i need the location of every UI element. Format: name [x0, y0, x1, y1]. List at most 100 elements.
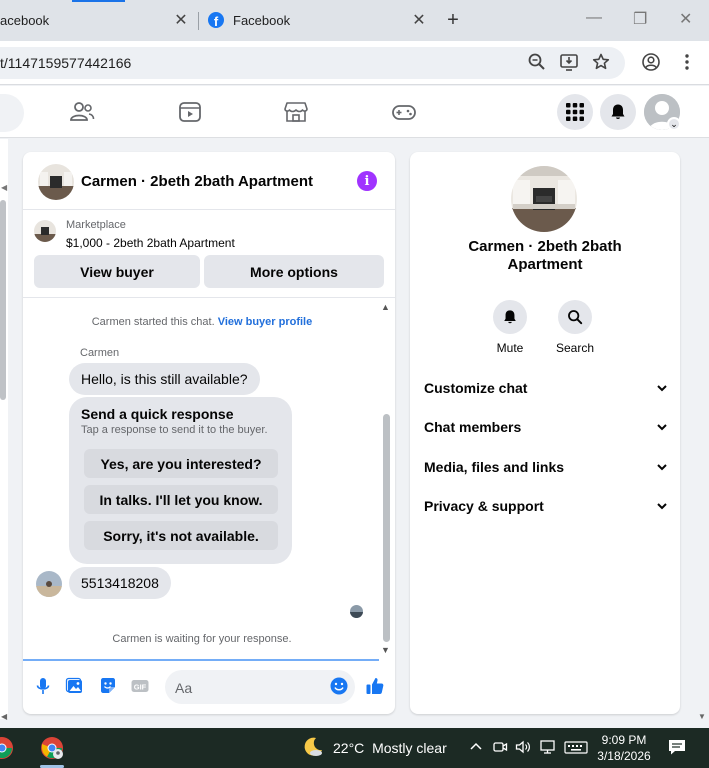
- scroll-up-arrow-icon[interactable]: ◀: [1, 183, 7, 192]
- page-scroll-left-icon[interactable]: ◀: [1, 712, 7, 721]
- keyboard-icon[interactable]: [564, 738, 588, 756]
- url-text[interactable]: t/1147159577442166: [0, 55, 131, 71]
- section-privacy-support[interactable]: Privacy & support: [424, 495, 668, 517]
- window-restore-button[interactable]: ❐: [633, 9, 647, 29]
- thumbs-up-icon[interactable]: [365, 676, 385, 696]
- message-bubble[interactable]: Hello, is this still available?: [69, 363, 260, 395]
- bookmark-star-icon[interactable]: [591, 52, 611, 72]
- quick-response-button[interactable]: Sorry, it's not available.: [84, 521, 278, 550]
- menu-grid-icon: [566, 103, 584, 121]
- profile-icon[interactable]: [641, 52, 661, 72]
- chrome-app-icon[interactable]: [0, 736, 14, 760]
- tab-title: Facebook: [233, 13, 291, 28]
- chat-title[interactable]: Carmen · 2beth 2bath Apartment: [81, 173, 313, 190]
- network-icon[interactable]: [539, 738, 557, 756]
- apartment-photo-icon: [34, 220, 56, 242]
- view-buyer-button[interactable]: View buyer: [34, 255, 200, 288]
- search-action[interactable]: Search: [545, 300, 605, 355]
- message-list: Carmen started this chat. View buyer pro…: [23, 299, 395, 659]
- view-buyer-profile-link[interactable]: View buyer profile: [218, 316, 313, 328]
- sender-avatar[interactable]: [36, 571, 62, 597]
- section-customize-chat[interactable]: Customize chat: [424, 377, 668, 399]
- waiting-notice: Carmen is waiting for your response.: [112, 633, 292, 645]
- conversation-photo[interactable]: [511, 166, 577, 232]
- quick-response-title: Send a quick response: [81, 406, 234, 422]
- chat-started-text: Carmen started this chat.: [91, 316, 215, 328]
- weather-widget[interactable]: 22°C Mostly clear: [333, 740, 447, 756]
- emoji-icon[interactable]: [329, 676, 349, 696]
- quick-response-card: Send a quick response Tap a response to …: [69, 397, 292, 564]
- section-label: Media, files and links: [424, 459, 565, 475]
- window-close-button[interactable]: ✕: [679, 9, 692, 29]
- zoom-icon[interactable]: [527, 52, 547, 72]
- sender-photo-icon: [36, 571, 62, 597]
- read-receipt-avatar: [350, 605, 363, 618]
- friends-icon[interactable]: [69, 100, 95, 124]
- gif-icon[interactable]: GIF: [130, 676, 150, 696]
- chat-panel: Carmen · 2beth 2bath Apartment i Marketp…: [23, 152, 395, 714]
- meet-now-icon[interactable]: [491, 738, 509, 756]
- tray-chevron-up-icon[interactable]: [467, 738, 485, 756]
- message-bubble[interactable]: 5513418208: [69, 567, 171, 599]
- window-minimize-button[interactable]: —: [586, 9, 602, 27]
- tab-close-button[interactable]: ✕: [410, 10, 428, 30]
- account-caret-icon[interactable]: ⌄: [667, 117, 681, 131]
- quick-response-subtitle: Tap a response to send it to the buyer.: [81, 424, 268, 436]
- marketplace-listing-bar: Marketplace $1,000 - 2beth 2bath Apartme…: [23, 210, 395, 298]
- photo-gallery-icon[interactable]: [65, 676, 85, 696]
- chat-started-notice: Carmen started this chat. View buyer pro…: [23, 316, 381, 328]
- listing-small-thumbnail[interactable]: [34, 220, 56, 242]
- clock[interactable]: 9:09 PM 3/18/2026: [596, 732, 652, 764]
- page-scroll-down-icon[interactable]: ▼: [698, 712, 706, 721]
- notifications-bell-icon: [611, 104, 625, 119]
- conversation-title: Carmen · 2beth 2bath Apartment: [468, 238, 622, 273]
- mute-button[interactable]: [493, 300, 527, 334]
- microphone-icon[interactable]: [33, 676, 53, 696]
- chat-scroll-up-icon[interactable]: ▲: [381, 302, 390, 312]
- read-receipt-icon: [350, 605, 363, 618]
- sticker-icon[interactable]: [98, 676, 118, 696]
- chevron-down-icon: [657, 424, 667, 431]
- info-icon[interactable]: i: [357, 171, 377, 191]
- watch-icon[interactable]: [177, 100, 203, 124]
- more-options-button[interactable]: More options: [204, 255, 384, 288]
- tab-title: acebook: [0, 13, 50, 28]
- install-app-icon[interactable]: [559, 52, 579, 72]
- moon-weather-icon[interactable]: [301, 735, 325, 759]
- notifications-button[interactable]: [600, 94, 636, 130]
- search-button[interactable]: [558, 300, 592, 334]
- listing-thumbnail[interactable]: [38, 164, 74, 200]
- chrome-profile-app-icon[interactable]: [40, 736, 64, 760]
- clock-date: 3/18/2026: [597, 749, 651, 763]
- section-media-files-links[interactable]: Media, files and links: [424, 456, 668, 478]
- browser-tab-facebook[interactable]: f Facebook ✕: [198, 0, 436, 41]
- menu-kebab-icon[interactable]: [677, 52, 697, 72]
- marketplace-label: Marketplace: [66, 219, 126, 231]
- browser-tab-1[interactable]: acebook ✕: [0, 0, 198, 41]
- marketplace-icon[interactable]: [283, 100, 309, 124]
- gaming-icon[interactable]: [391, 100, 417, 124]
- svg-text:GIF: GIF: [134, 683, 147, 692]
- quick-response-button[interactable]: In talks. I'll let you know.: [84, 485, 278, 514]
- listing-price-title[interactable]: $1,000 - 2beth 2bath Apartment: [66, 236, 235, 250]
- menu-grid-button[interactable]: [557, 94, 593, 130]
- new-tab-button[interactable]: +: [444, 9, 462, 32]
- message-input[interactable]: Aa: [165, 670, 355, 704]
- clock-time: 9:09 PM: [601, 733, 647, 747]
- mute-action[interactable]: Mute: [480, 300, 540, 355]
- search-label: Search: [555, 341, 595, 355]
- notification-center-icon[interactable]: [667, 737, 687, 757]
- volume-icon[interactable]: [514, 738, 532, 756]
- chat-scroll-down-icon[interactable]: ▼: [381, 645, 390, 655]
- section-label: Chat members: [424, 419, 522, 435]
- quick-response-button[interactable]: Yes, are you interested?: [84, 449, 278, 478]
- conversation-list-scrollbar[interactable]: [0, 200, 6, 400]
- chevron-down-icon: [657, 503, 667, 510]
- chat-header: Carmen · 2beth 2bath Apartment i: [23, 152, 395, 210]
- search-icon: [568, 310, 583, 325]
- section-chat-members[interactable]: Chat members: [424, 416, 668, 438]
- tab-close-button[interactable]: ✕: [172, 10, 190, 30]
- conversation-info-panel: Carmen · 2beth 2bath Apartment Mute Sear…: [410, 152, 680, 714]
- apartment-photo-icon: [511, 166, 577, 232]
- chat-scrollbar[interactable]: [383, 414, 390, 642]
